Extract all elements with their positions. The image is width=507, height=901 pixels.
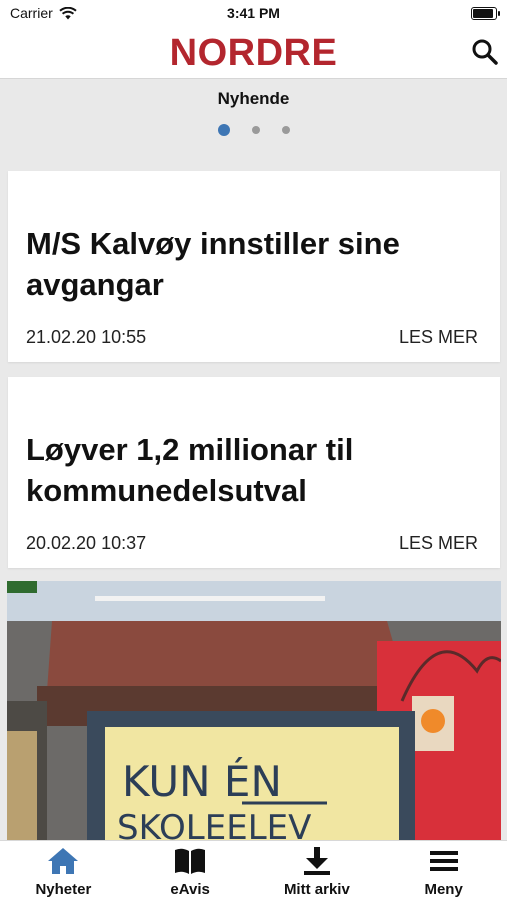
article-photo[interactable]: KUN ÉN SKOLEELEV — [7, 581, 501, 841]
sign-line-1: KUN ÉN — [122, 756, 282, 806]
tab-nyheter[interactable]: Nyheter — [0, 841, 127, 901]
home-icon — [48, 848, 79, 874]
article-card[interactable]: M/S Kalvøy innstiller sine avgangar 21.0… — [8, 171, 500, 362]
page-dot-1[interactable] — [217, 124, 230, 136]
book-icon — [175, 848, 206, 874]
sign-line-2: SKOLEELEV — [117, 808, 311, 841]
battery-icon — [471, 7, 500, 20]
tab-label: eAvis — [170, 881, 210, 898]
clock: 3:41 PM — [227, 5, 280, 21]
article-headline[interactable]: Løyver 1,2 millionar til kommunedelsutva… — [26, 429, 482, 511]
tab-label: Nyheter — [35, 881, 92, 898]
article-date: 21.02.20 10:55 — [26, 327, 147, 347]
app-header: NORDRE — [0, 28, 507, 79]
tab-meny[interactable]: Meny — [380, 841, 507, 901]
article-headline[interactable]: M/S Kalvøy innstiller sine avgangar — [26, 223, 482, 305]
page-dot-3[interactable] — [281, 126, 290, 134]
menu-icon — [429, 851, 458, 871]
tab-label: Mitt arkiv — [283, 881, 350, 898]
search-icon[interactable] — [471, 38, 499, 66]
read-more-link[interactable]: LES MER — [399, 327, 478, 348]
article-card[interactable]: Løyver 1,2 millionar til kommunedelsutva… — [8, 377, 500, 568]
section-header: Nyhende — [0, 79, 507, 149]
tab-mitt-arkiv[interactable]: Mitt arkiv — [254, 841, 381, 901]
read-more-link[interactable]: LES MER — [399, 533, 478, 554]
brand-logo[interactable]: NORDRE — [0, 32, 507, 75]
tab-eavis[interactable]: eAvis — [127, 841, 254, 901]
page-indicator[interactable] — [0, 123, 507, 137]
photo-image: KUN ÉN SKOLEELEV — [7, 581, 501, 841]
section-title: Nyhende — [217, 89, 290, 108]
tab-bar: Nyheter eAvis Mitt arkiv Meny — [0, 840, 507, 901]
status-bar: Carrier 3:41 PM — [0, 0, 507, 28]
page-dot-2[interactable] — [251, 126, 260, 134]
article-date: 20.02.20 10:37 — [26, 533, 147, 553]
tab-label: Meny — [424, 881, 463, 898]
download-icon — [303, 847, 330, 875]
